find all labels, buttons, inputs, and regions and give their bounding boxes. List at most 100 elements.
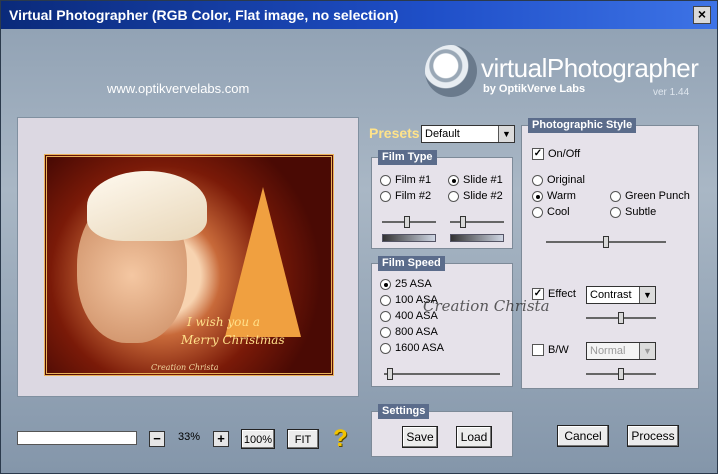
style-option[interactable]: Subtle xyxy=(610,206,656,218)
film-slider[interactable] xyxy=(382,216,436,228)
slide-gradient-bar xyxy=(450,234,504,242)
option-label: Effect xyxy=(548,288,576,300)
caption-line1: I wish you a xyxy=(187,315,261,329)
presets-select[interactable]: Default ▼ xyxy=(421,125,515,143)
film-type-option[interactable]: Slide #2 xyxy=(448,190,503,202)
cancel-button[interactable]: Cancel xyxy=(557,425,609,447)
caption-line2: Merry Christmas xyxy=(181,333,285,347)
slider-thumb[interactable] xyxy=(618,312,624,324)
slider-thumb[interactable] xyxy=(404,216,410,228)
brand-byline: by OptikVerve Labs xyxy=(483,83,586,95)
zoom-out-button[interactable]: − xyxy=(149,431,165,447)
zoom-in-button[interactable]: + xyxy=(213,431,229,447)
effect-select[interactable]: Contrast ▼ xyxy=(586,286,656,304)
slider-thumb[interactable] xyxy=(387,368,393,380)
window-title: Virtual Photographer (RGB Color, Flat im… xyxy=(9,7,399,23)
option-label: Slide #1 xyxy=(463,174,503,186)
option-label: Cool xyxy=(547,206,570,218)
asa1600-radio[interactable] xyxy=(380,342,391,354)
slide1-radio[interactable] xyxy=(448,174,459,186)
style-strength-slider[interactable] xyxy=(546,236,666,248)
style-option[interactable]: Green Punch xyxy=(610,190,690,202)
film-speed-title: Film Speed xyxy=(378,256,445,271)
bw-slider[interactable] xyxy=(586,368,656,380)
effect-slider[interactable] xyxy=(586,312,656,324)
progress-bar xyxy=(17,431,137,445)
style-option[interactable]: Original xyxy=(532,174,585,186)
slider-track xyxy=(384,373,500,375)
option-label: Slide #2 xyxy=(463,190,503,202)
website-link[interactable]: www.optikvervelabs.com xyxy=(107,81,249,96)
option-label: B/W xyxy=(548,344,569,356)
subtle-radio[interactable] xyxy=(610,206,621,218)
warm-radio[interactable] xyxy=(532,190,543,202)
slider-thumb[interactable] xyxy=(460,216,466,228)
save-button[interactable]: Save xyxy=(402,426,438,448)
film-speed-group: Film Speed 25 ASA 100 ASA 400 ASA 800 AS… xyxy=(371,256,513,387)
style-title: Photographic Style xyxy=(528,118,637,133)
chevron-down-icon[interactable]: ▼ xyxy=(639,287,655,303)
zoom-level: 33% xyxy=(177,431,201,443)
preview-pane: I wish you a Merry Christmas Creation Ch… xyxy=(17,117,359,397)
film-type-title: Film Type xyxy=(378,150,437,165)
option-label: On/Off xyxy=(548,148,581,160)
slider-thumb[interactable] xyxy=(603,236,609,248)
film2-radio[interactable] xyxy=(380,190,391,202)
load-button[interactable]: Load xyxy=(456,426,492,448)
speed-option[interactable]: 25 ASA xyxy=(380,278,432,290)
watermark-text: Creation Christa xyxy=(423,297,550,315)
cool-radio[interactable] xyxy=(532,206,543,218)
app-window: Virtual Photographer (RGB Color, Flat im… xyxy=(0,0,718,474)
chevron-down-icon[interactable]: ▼ xyxy=(498,126,514,142)
presets-label: Presets xyxy=(369,125,420,141)
asa400-radio[interactable] xyxy=(380,310,391,322)
option-label: 1600 ASA xyxy=(395,342,444,354)
effect-value: Contrast xyxy=(590,289,632,301)
image-credit: Creation Christa xyxy=(151,363,219,372)
onoff-checkbox[interactable]: ✓ xyxy=(532,148,544,160)
version-label: ver 1.44 xyxy=(653,87,690,98)
bw-select[interactable]: Normal ▼ xyxy=(586,342,656,360)
process-button[interactable]: Process xyxy=(627,425,679,447)
asa800-radio[interactable] xyxy=(380,326,391,338)
option-label: 25 ASA xyxy=(395,278,432,290)
zoom-100-button[interactable]: 100% xyxy=(241,429,275,449)
title-bar: Virtual Photographer (RGB Color, Flat im… xyxy=(1,1,717,29)
slider-track xyxy=(450,221,504,223)
asa25-radio[interactable] xyxy=(380,278,391,290)
asa100-radio[interactable] xyxy=(380,294,391,306)
chevron-down-icon[interactable]: ▼ xyxy=(639,343,655,359)
bw-toggle[interactable]: B/W xyxy=(532,344,569,356)
option-label: Original xyxy=(547,174,585,186)
film-type-option[interactable]: Film #1 xyxy=(380,174,431,186)
image-caption: I wish you a Merry Christmas xyxy=(181,313,285,349)
settings-title: Settings xyxy=(378,404,430,419)
zoom-fit-button[interactable]: FIT xyxy=(287,429,319,449)
slide2-radio[interactable] xyxy=(448,190,459,202)
speed-option[interactable]: 1600 ASA xyxy=(380,342,444,354)
bw-checkbox[interactable] xyxy=(532,344,544,356)
film-type-option[interactable]: Slide #1 xyxy=(448,174,503,186)
speed-option[interactable]: 800 ASA xyxy=(380,326,438,338)
original-radio[interactable] xyxy=(532,174,543,186)
green-punch-radio[interactable] xyxy=(610,190,621,202)
bw-value: Normal xyxy=(590,345,626,357)
preview-image: I wish you a Merry Christmas Creation Ch… xyxy=(44,154,334,376)
option-label: Film #2 xyxy=(395,190,432,202)
photographic-style-group: Photographic Style ✓ On/Off Original War… xyxy=(521,118,699,389)
film-type-option[interactable]: Film #2 xyxy=(380,190,431,202)
option-label: Film #1 xyxy=(395,174,432,186)
brand-logo-text: virtualPhotographer xyxy=(481,53,699,83)
hair-graphic xyxy=(87,171,207,241)
film-gradient-bar xyxy=(382,234,436,242)
help-icon[interactable]: ? xyxy=(333,425,348,453)
close-button[interactable]: × xyxy=(693,6,711,24)
slide-slider[interactable] xyxy=(450,216,504,228)
slider-thumb[interactable] xyxy=(618,368,624,380)
settings-group: Settings Save Load xyxy=(371,404,513,457)
speed-slider[interactable] xyxy=(384,368,500,380)
onoff-toggle[interactable]: ✓ On/Off xyxy=(532,148,580,160)
style-option[interactable]: Cool xyxy=(532,206,570,218)
style-option[interactable]: Warm xyxy=(532,190,576,202)
film1-radio[interactable] xyxy=(380,174,391,186)
